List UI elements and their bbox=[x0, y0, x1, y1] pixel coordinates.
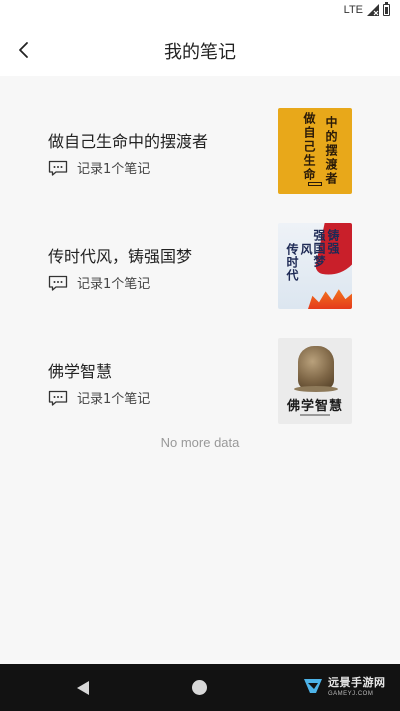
note-count: 记录1个笔记 bbox=[77, 277, 151, 292]
triangle-back-icon[interactable] bbox=[74, 679, 92, 697]
cover-text: 做自己生命 bbox=[302, 112, 316, 182]
note-meta: 记录1个笔记 bbox=[48, 158, 150, 177]
note-meta: 记录1个笔记 bbox=[48, 388, 150, 407]
note-item[interactable]: 做自己生命中的摆渡者 记录1个笔记 中的摆渡者 做自己生命 bbox=[0, 76, 400, 194]
watermark: 远景手游网 GAMEYJ.COM bbox=[302, 672, 398, 706]
signal-icon bbox=[367, 4, 379, 16]
cover-text: 风 bbox=[299, 243, 313, 256]
book-cover-image: 佛学智慧 bbox=[278, 338, 352, 424]
note-count: 记录1个笔记 bbox=[77, 392, 151, 407]
list-end-message: No more data bbox=[160, 435, 240, 450]
note-title: 佛学智慧 bbox=[48, 362, 113, 381]
status-indicators: LTE bbox=[343, 2, 390, 16]
note-meta: 记录1个笔记 bbox=[48, 273, 150, 292]
comment-icon bbox=[48, 160, 68, 176]
app-header: 我的笔记 bbox=[0, 24, 400, 76]
watermark-name: 远景手游网 bbox=[328, 676, 386, 689]
page-title: 我的笔记 bbox=[164, 42, 236, 63]
note-title: 传时代风，铸强国梦 bbox=[48, 247, 193, 266]
circle-home-icon[interactable] bbox=[192, 680, 207, 695]
system-nav-bar: 远景手游网 GAMEYJ.COM bbox=[0, 664, 400, 711]
statue-base bbox=[294, 386, 338, 392]
watermark-url: GAMEYJ.COM bbox=[328, 691, 374, 697]
note-item[interactable]: 佛学智慧 记录1个笔记 佛学智慧 bbox=[0, 306, 400, 424]
cover-decoration bbox=[300, 414, 330, 416]
comment-icon bbox=[48, 390, 68, 406]
battery-icon bbox=[383, 2, 390, 16]
note-count: 记录1个笔记 bbox=[77, 162, 151, 177]
status-bar: LTE bbox=[0, 0, 400, 24]
statue-figure bbox=[298, 346, 334, 390]
cover-title: 佛学智慧 bbox=[286, 399, 343, 414]
book-cover-image: 铸强 强国梦 传时代 风 bbox=[278, 223, 352, 309]
comment-icon bbox=[48, 275, 68, 291]
network-label: LTE bbox=[343, 4, 363, 16]
cover-text: 中的摆渡者 bbox=[324, 116, 338, 186]
cover-decoration bbox=[308, 182, 322, 186]
note-item[interactable]: 传时代风，铸强国梦 记录1个笔记 铸强 强国梦 传时代 风 bbox=[0, 191, 400, 309]
note-title: 做自己生命中的摆渡者 bbox=[48, 132, 209, 151]
watermark-logo-icon bbox=[304, 679, 322, 693]
book-cover-image: 中的摆渡者 做自己生命 bbox=[278, 108, 352, 194]
